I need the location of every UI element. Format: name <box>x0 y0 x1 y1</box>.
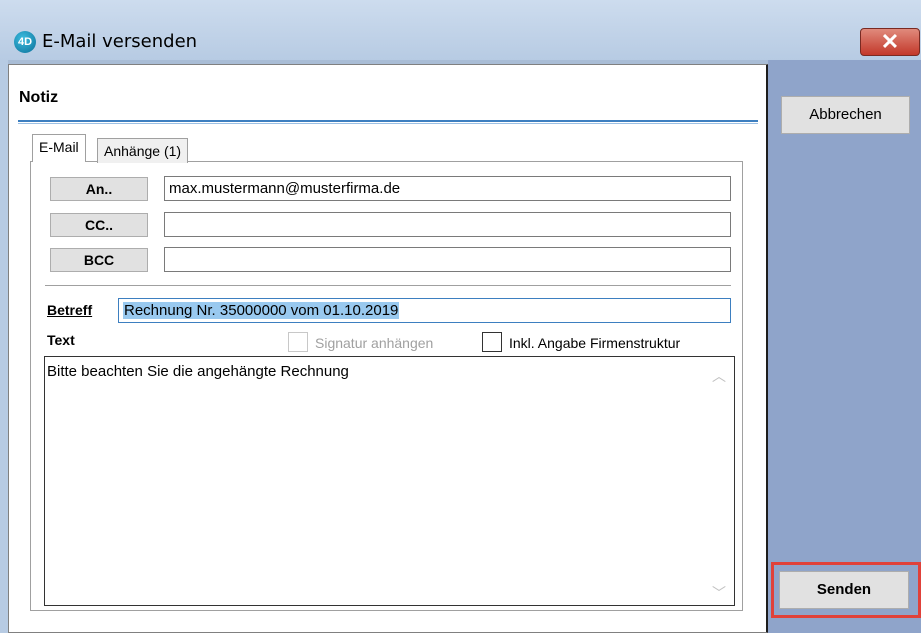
header-band <box>9 65 764 120</box>
signature-label: Signatur anhängen <box>315 335 434 351</box>
to-field[interactable]: max.mustermann@musterfirma.de <box>164 176 731 201</box>
body-text: Bitte beachten Sie die angehängte Rechnu… <box>47 363 349 380</box>
email-dialog-window: 4D E-Mail versenden ✕ Notiz E-Mail Anhän… <box>0 0 921 633</box>
action-panel <box>768 60 921 633</box>
header-divider <box>18 120 758 122</box>
window-frame-left <box>0 60 8 633</box>
subject-value: Rechnung Nr. 35000000 vom 01.10.2019 <box>123 302 400 319</box>
company-structure-checkbox[interactable] <box>482 332 502 352</box>
scroll-up-icon[interactable]: ︿ <box>712 366 726 386</box>
to-button[interactable]: An.. <box>50 177 148 201</box>
scroll-down-icon[interactable]: ﹀ <box>712 583 726 603</box>
window-title: E-Mail versenden <box>42 31 198 52</box>
header-divider-light <box>18 123 758 124</box>
tab-attachments[interactable]: Anhänge (1) <box>97 138 189 163</box>
body-label: Text <box>47 332 75 348</box>
form-title: Notiz <box>19 89 59 106</box>
body-textarea[interactable]: Bitte beachten Sie die angehängte Rechnu… <box>44 356 735 606</box>
bcc-button[interactable]: BCC <box>50 248 148 272</box>
title-bar[interactable]: 4D E-Mail versenden ✕ <box>0 0 921 60</box>
close-icon[interactable]: ✕ <box>860 28 920 56</box>
subject-label: Betreff <box>47 302 93 318</box>
cc-field[interactable] <box>164 212 731 237</box>
cc-button[interactable]: CC.. <box>50 213 148 237</box>
company-structure-label: Inkl. Angabe Firmenstruktur <box>509 335 681 351</box>
tab-email[interactable]: E-Mail <box>32 134 86 162</box>
app-4d-icon: 4D <box>14 31 36 53</box>
subject-field[interactable]: Rechnung Nr. 35000000 vom 01.10.2019 <box>118 298 731 323</box>
cancel-button[interactable]: Abbrechen <box>781 96 910 134</box>
recipients-divider <box>45 285 731 286</box>
bcc-field[interactable] <box>164 247 731 272</box>
send-highlight-frame <box>771 562 921 618</box>
signature-checkbox <box>288 332 308 352</box>
